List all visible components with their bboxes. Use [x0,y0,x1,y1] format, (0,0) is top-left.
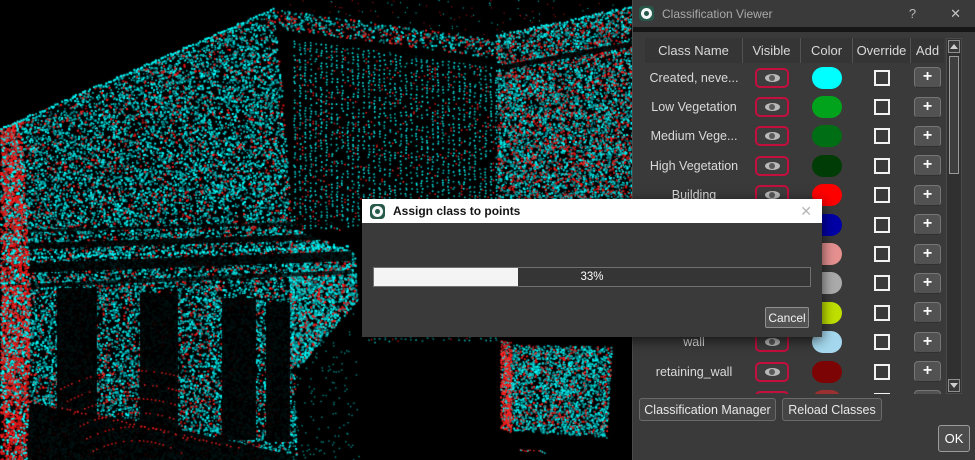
color-swatch[interactable] [812,67,842,89]
panel-title: Classification Viewer [662,7,909,21]
override-checkbox[interactable] [874,275,890,291]
help-button[interactable]: ? [909,6,916,21]
add-class-button[interactable]: + [914,155,941,176]
panel-titlebar: Classification Viewer ? ✕ [633,0,975,27]
scroll-up-button[interactable] [948,40,960,53]
eye-icon [765,162,780,170]
class-table-row: retaining_wall + [645,357,944,386]
reload-classes-button[interactable]: Reload Classes [782,398,882,421]
scrollbar-thumb[interactable] [949,56,959,174]
header-class-name[interactable]: Class Name [645,38,743,63]
color-swatch[interactable] [812,390,842,394]
override-checkbox[interactable] [874,128,890,144]
add-class-button[interactable]: + [914,332,941,353]
visibility-toggle-button[interactable] [755,391,789,394]
class-table-row: Low Vegetation + [645,92,944,121]
class-table-header: Class Name Visible Color Override Add [645,38,944,63]
scroll-down-button[interactable] [948,379,960,392]
override-checkbox[interactable] [874,217,890,233]
override-checkbox[interactable] [874,70,890,86]
visibility-toggle-button[interactable] [755,362,789,382]
add-class-button[interactable]: + [914,361,941,382]
progress-bar: 33% [373,267,811,287]
progress-label: 33% [374,268,810,286]
override-checkbox[interactable] [874,305,890,321]
color-swatch[interactable] [812,125,842,147]
class-name-label: retaining_wall [656,365,732,379]
table-scrollbar[interactable] [946,38,962,394]
add-class-button[interactable]: + [914,214,941,235]
class-table-row: + [645,386,944,394]
add-class-button[interactable]: + [914,273,941,294]
add-class-button[interactable]: + [914,97,941,118]
app-logo-icon [639,6,654,21]
add-class-button[interactable]: + [914,302,941,323]
header-override[interactable]: Override [853,38,911,63]
app-logo-icon [370,204,385,219]
dialog-close-button[interactable]: ✕ [800,203,812,220]
override-checkbox[interactable] [874,99,890,115]
add-class-button[interactable]: + [914,67,941,88]
triangle-up-icon [950,44,958,49]
eye-icon [765,368,780,376]
class-name-label: wall [683,335,705,349]
add-class-button[interactable]: + [914,244,941,265]
eye-icon [765,132,780,140]
add-class-button[interactable]: + [914,126,941,147]
color-swatch[interactable] [812,155,842,177]
class-name-label: Low Vegetation [651,100,737,114]
class-table-row: Created, neve... + [645,63,944,92]
override-checkbox[interactable] [874,334,890,350]
classification-manager-button[interactable]: Classification Manager [639,398,776,421]
eye-icon [765,103,780,111]
eye-icon [765,74,780,82]
header-add[interactable]: Add [911,38,944,63]
cancel-button[interactable]: Cancel [765,307,809,328]
titlebar-separator [633,27,975,32]
color-swatch[interactable] [812,361,842,383]
visibility-toggle-button[interactable] [755,68,789,88]
visibility-toggle-button[interactable] [755,97,789,117]
dialog-titlebar[interactable]: Assign class to points ✕ [362,199,822,223]
header-visible[interactable]: Visible [743,38,801,63]
override-checkbox[interactable] [874,364,890,380]
visibility-toggle-button[interactable] [755,126,789,146]
color-swatch[interactable] [812,96,842,118]
class-table-row: High Vegetation + [645,151,944,180]
override-checkbox[interactable] [874,187,890,203]
override-checkbox[interactable] [874,246,890,262]
add-class-button[interactable]: + [914,390,941,394]
triangle-down-icon [950,383,958,388]
dialog-title: Assign class to points [393,204,800,218]
eye-icon [765,338,780,346]
header-color[interactable]: Color [801,38,853,63]
class-name-label: High Vegetation [650,159,738,173]
dialog-body: 33% Cancel [362,223,822,337]
override-checkbox[interactable] [874,158,890,174]
application-window: Classification Viewer ? ✕ Class Name Vis… [0,0,975,460]
class-name-label: Created, neve... [650,71,739,85]
panel-close-button[interactable]: ✕ [950,6,961,22]
class-table-row: Medium Vege... + [645,122,944,151]
visibility-toggle-button[interactable] [755,156,789,176]
ok-button[interactable]: OK [938,425,970,452]
assign-class-dialog: Assign class to points ✕ 33% Cancel [362,199,822,337]
class-name-label: Medium Vege... [651,129,738,143]
override-checkbox[interactable] [874,393,890,394]
add-class-button[interactable]: + [914,185,941,206]
